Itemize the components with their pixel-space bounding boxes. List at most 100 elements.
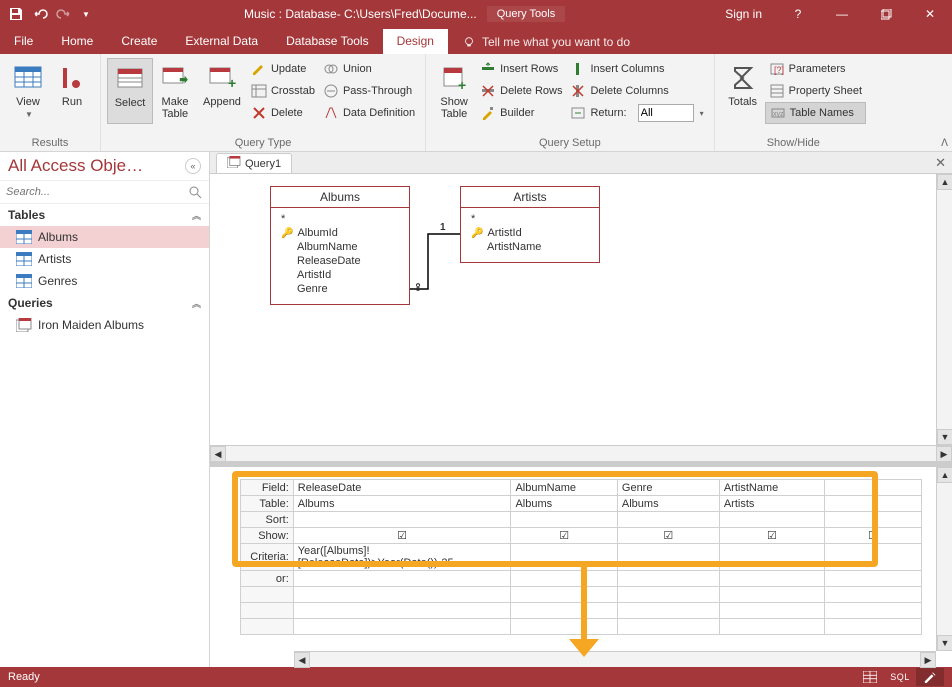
qbe-cell[interactable]: ReleaseDate (293, 480, 511, 496)
tell-me-search[interactable]: Tell me what you want to do (448, 30, 644, 54)
close-icon[interactable]: ✕ (908, 0, 952, 28)
insert-columns-button[interactable]: Insert Columns (566, 58, 707, 80)
qbe-cell[interactable] (293, 571, 511, 587)
close-doc-icon[interactable]: ✕ (935, 155, 946, 171)
append-button[interactable]: + Append (197, 58, 247, 124)
nav-item-albums[interactable]: Albums (0, 226, 209, 248)
qbe-cell[interactable] (293, 512, 511, 528)
update-button[interactable]: Update (247, 58, 319, 80)
chevron-down-icon[interactable]: ▾ (700, 109, 704, 118)
qbe-cell[interactable]: Genre (617, 480, 719, 496)
return-select[interactable] (638, 104, 694, 122)
design-view-button[interactable] (916, 668, 944, 686)
qbe-show-checkbox[interactable]: ☑ (511, 528, 617, 544)
search-input[interactable] (6, 186, 187, 198)
scroll-left-icon[interactable]: ◀ (294, 652, 310, 668)
qbe-cell[interactable]: Year([Albums]![ReleaseDate])>Year(Date()… (293, 544, 511, 571)
delete-rows-button[interactable]: Delete Rows (476, 80, 566, 102)
qbe-show-checkbox[interactable]: ☐ (825, 528, 922, 544)
union-button[interactable]: Union (319, 58, 419, 80)
nav-collapse-icon[interactable]: « (185, 158, 201, 174)
scroll-left-icon[interactable]: ◀ (210, 446, 226, 462)
scroll-up-icon[interactable]: ▲ (937, 174, 952, 190)
join-line[interactable] (410, 224, 462, 304)
tab-database-tools[interactable]: Database Tools (272, 29, 383, 54)
data-definition-button[interactable]: Data Definition (319, 102, 419, 124)
qbe-cell[interactable] (511, 544, 617, 571)
nav-item-iron-maiden[interactable]: Iron Maiden Albums (0, 314, 209, 336)
tab-create[interactable]: Create (107, 29, 171, 54)
undo-icon[interactable] (32, 6, 48, 22)
scroll-up-icon[interactable]: ▲ (937, 467, 952, 483)
qbe-cell[interactable]: Artists (719, 496, 824, 512)
qbe-cell[interactable] (825, 512, 922, 528)
scroll-down-icon[interactable]: ▼ (937, 429, 952, 445)
qbe-show-checkbox[interactable]: ☑ (293, 528, 511, 544)
tab-file[interactable]: File (0, 29, 47, 54)
nav-category-tables[interactable]: Tables︽ (0, 204, 209, 226)
show-table-button[interactable]: + Show Table (432, 58, 476, 124)
qbe-cell[interactable]: Albums (617, 496, 719, 512)
datasheet-view-button[interactable] (856, 668, 884, 686)
property-sheet-button[interactable]: Property Sheet (765, 80, 866, 102)
search-icon[interactable] (187, 184, 203, 200)
select-button[interactable]: Select (107, 58, 153, 124)
qbe-cell[interactable]: Albums (293, 496, 511, 512)
field-artistid[interactable]: 🔑ArtistId (471, 226, 589, 240)
qbe-cell[interactable] (617, 571, 719, 587)
save-icon[interactable] (8, 6, 24, 22)
nav-item-genres[interactable]: Genres (0, 270, 209, 292)
field-table-albums[interactable]: Albums * 🔑AlbumId AlbumName ReleaseDate … (270, 186, 410, 305)
qbe-grid[interactable]: Field: ReleaseDate AlbumName Genre Artis… (240, 479, 922, 649)
qbe-vscroll[interactable]: ▲▼ (936, 467, 952, 651)
qbe-cell[interactable] (825, 496, 922, 512)
qbe-cell[interactable] (825, 571, 922, 587)
qbe-show-checkbox[interactable]: ☑ (719, 528, 824, 544)
help-icon[interactable]: ? (776, 0, 820, 28)
qbe-hscroll[interactable]: ◀▶ (294, 651, 936, 667)
qbe-cell[interactable] (511, 571, 617, 587)
qbe-cell[interactable] (617, 512, 719, 528)
field-albumid[interactable]: 🔑AlbumId (281, 226, 399, 240)
qat-dropdown-icon[interactable]: ▼ (82, 10, 90, 19)
vscroll-upper[interactable]: ▲▼ (936, 174, 952, 445)
minimize-icon[interactable]: — (820, 0, 864, 28)
field-table-artists[interactable]: Artists * 🔑ArtistId ArtistName (460, 186, 600, 263)
collapse-ribbon-icon[interactable]: ᐱ (941, 138, 948, 149)
make-table-button[interactable]: Make Table (153, 58, 197, 124)
field-star[interactable]: * (471, 212, 589, 226)
scroll-down-icon[interactable]: ▼ (937, 635, 952, 651)
hscroll-upper[interactable]: ◀▶ (210, 445, 952, 461)
field-releasedate[interactable]: ReleaseDate (281, 254, 399, 268)
qbe-cell[interactable] (719, 571, 824, 587)
insert-rows-button[interactable]: Insert Rows (476, 58, 566, 80)
qbe-cell[interactable] (719, 544, 824, 571)
scroll-right-icon[interactable]: ▶ (920, 652, 936, 668)
delete-button[interactable]: Delete (247, 102, 319, 124)
field-genre[interactable]: Genre (281, 282, 399, 296)
maximize-icon[interactable] (864, 0, 908, 28)
doc-tab-query1[interactable]: Query1 (216, 153, 292, 173)
qbe-cell[interactable]: AlbumName (511, 480, 617, 496)
table-names-button[interactable]: xyzTable Names (765, 102, 866, 124)
totals-button[interactable]: Totals (721, 58, 765, 124)
passthrough-button[interactable]: Pass-Through (319, 80, 419, 102)
qbe-cell[interactable] (511, 512, 617, 528)
field-artistid[interactable]: ArtistId (281, 268, 399, 282)
sign-in-link[interactable]: Sign in (711, 7, 776, 21)
qbe-cell[interactable] (825, 480, 922, 496)
sql-view-button[interactable]: SQL (886, 668, 914, 686)
builder-button[interactable]: Builder (476, 102, 566, 124)
relationship-area[interactable]: Albums * 🔑AlbumId AlbumName ReleaseDate … (210, 174, 952, 445)
qbe-cell[interactable] (719, 512, 824, 528)
tab-home[interactable]: Home (47, 29, 107, 54)
field-star[interactable]: * (281, 212, 399, 226)
qbe-cell[interactable]: Albums (511, 496, 617, 512)
qbe-cell[interactable] (825, 544, 922, 571)
nav-item-artists[interactable]: Artists (0, 248, 209, 270)
crosstab-button[interactable]: Crosstab (247, 80, 319, 102)
parameters-button[interactable]: [?]Parameters (765, 58, 866, 80)
delete-columns-button[interactable]: Delete Columns (566, 80, 707, 102)
tab-design[interactable]: Design (383, 29, 448, 54)
nav-category-queries[interactable]: Queries︽ (0, 292, 209, 314)
